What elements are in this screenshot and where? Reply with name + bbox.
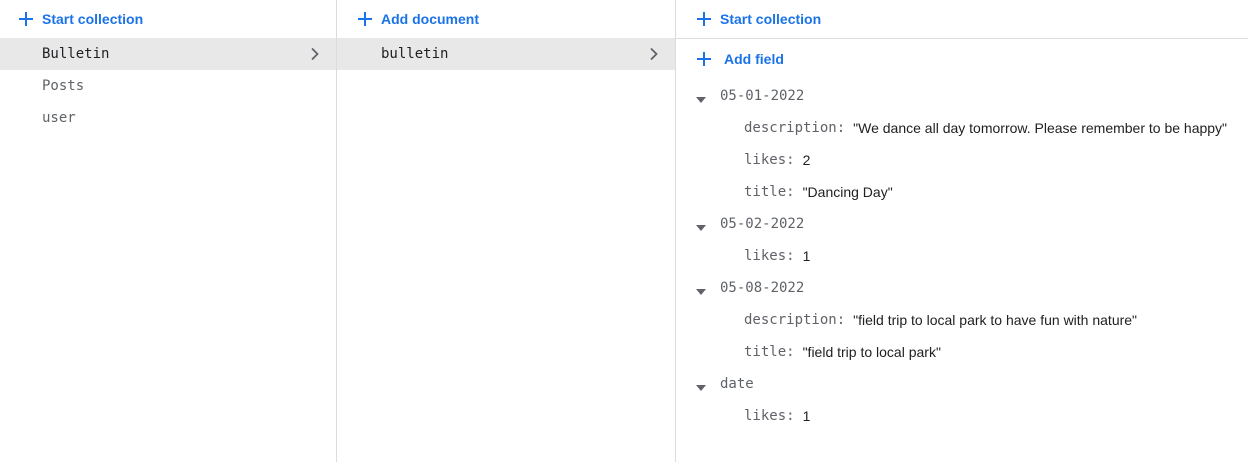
document-panel: Start collection Add field 05-01-2022 de…: [676, 0, 1248, 462]
field-value: "field trip to local park": [802, 344, 941, 360]
field-row[interactable]: title: "Dancing Day": [676, 176, 1248, 208]
field-row[interactable]: title: "field trip to local park": [676, 336, 1248, 368]
field-row[interactable]: likes: 1: [676, 400, 1248, 432]
collection-item-label: Posts: [42, 78, 85, 94]
field-value: "Dancing Day": [802, 184, 893, 200]
add-document-label: Add document: [381, 10, 479, 27]
caret-down-icon[interactable]: [696, 284, 706, 295]
document-item-bulletin[interactable]: bulletin: [337, 38, 675, 70]
map-field-key: 05-02-2022: [720, 216, 805, 232]
field-key: description:: [744, 120, 846, 136]
start-subcollection-button[interactable]: Start collection: [696, 0, 821, 37]
field-row[interactable]: description: "field trip to local park t…: [676, 304, 1248, 336]
plus-icon: [18, 11, 34, 27]
panel-divider: [676, 38, 1248, 39]
map-field-key: 05-01-2022: [720, 88, 805, 104]
collections-panel: Start collection Bulletin Posts user: [0, 0, 337, 462]
map-field-node[interactable]: date: [676, 368, 1248, 400]
field-tree: 05-01-2022 description: "We dance all da…: [676, 80, 1248, 432]
field-row[interactable]: likes: 1: [676, 240, 1248, 272]
field-key: title:: [744, 344, 795, 360]
document-list: bulletin: [337, 38, 675, 70]
collection-item-label: Bulletin: [42, 46, 110, 62]
field-value: 1: [802, 408, 811, 424]
caret-down-icon[interactable]: [696, 380, 706, 391]
map-field-key: date: [720, 376, 754, 392]
field-row[interactable]: likes: 2: [676, 144, 1248, 176]
field-value: "We dance all day tomorrow. Please remem…: [853, 120, 1228, 136]
add-field-label: Add field: [724, 51, 784, 67]
field-value: 2: [802, 152, 811, 168]
caret-down-icon[interactable]: [696, 220, 706, 231]
plus-icon: [696, 11, 712, 27]
chevron-right-icon: [647, 47, 661, 61]
map-field-node[interactable]: 05-01-2022: [676, 80, 1248, 112]
field-key: likes:: [744, 152, 795, 168]
collection-item-user[interactable]: user: [0, 102, 336, 134]
collection-item-bulletin[interactable]: Bulletin: [0, 38, 336, 70]
field-key: description:: [744, 312, 846, 328]
plus-icon: [696, 51, 712, 67]
add-field-button[interactable]: Add field: [696, 41, 784, 77]
start-collection-label: Start collection: [42, 10, 144, 27]
documents-panel: Add document bulletin: [337, 0, 676, 462]
collection-list: Bulletin Posts user: [0, 38, 336, 134]
collection-item-posts[interactable]: Posts: [0, 70, 336, 102]
field-value: 1: [802, 248, 811, 264]
field-key: likes:: [744, 248, 795, 264]
start-collection-button[interactable]: Start collection: [18, 0, 143, 37]
field-key: title:: [744, 184, 795, 200]
field-row[interactable]: description: "We dance all day tomorrow.…: [676, 112, 1248, 144]
add-document-button[interactable]: Add document: [357, 0, 479, 37]
start-collection-label: Start collection: [720, 10, 822, 27]
field-key: likes:: [744, 408, 795, 424]
chevron-right-icon: [308, 47, 322, 61]
document-item-label: bulletin: [381, 46, 449, 62]
field-value: "field trip to local park to have fun wi…: [853, 312, 1138, 328]
firestore-data-viewer: Start collection Bulletin Posts user Add…: [0, 0, 1248, 462]
plus-icon: [357, 11, 373, 27]
map-field-node[interactable]: 05-02-2022: [676, 208, 1248, 240]
caret-down-icon[interactable]: [696, 92, 706, 103]
map-field-key: 05-08-2022: [720, 280, 805, 296]
collection-item-label: user: [42, 110, 76, 126]
map-field-node[interactable]: 05-08-2022: [676, 272, 1248, 304]
